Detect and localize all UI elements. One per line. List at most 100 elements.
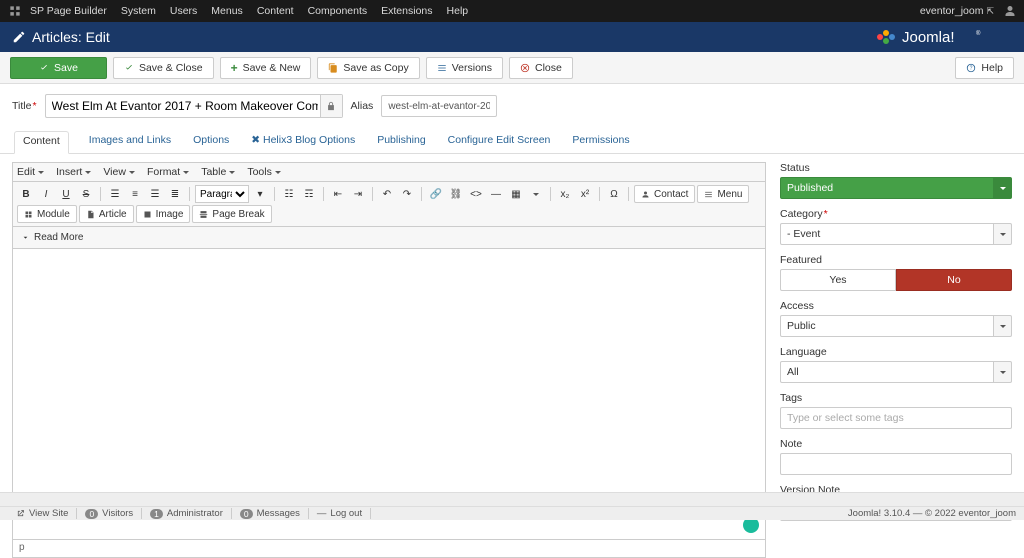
table-dropdown[interactable] bbox=[527, 185, 545, 203]
menu-help[interactable]: Help bbox=[447, 5, 469, 17]
help-button[interactable]: ?Help bbox=[955, 57, 1014, 79]
menu-extensions[interactable]: Extensions bbox=[381, 5, 432, 17]
chevron-down-icon bbox=[994, 315, 1012, 337]
source-button[interactable]: <> bbox=[467, 185, 485, 203]
module-button[interactable]: Module bbox=[17, 205, 77, 223]
menu-menus[interactable]: Menus bbox=[211, 5, 243, 17]
svg-text:®: ® bbox=[976, 30, 981, 37]
readmore-button[interactable]: Read More bbox=[17, 230, 87, 245]
save-close-button[interactable]: Save & Close bbox=[113, 57, 214, 79]
lock-icon[interactable] bbox=[320, 95, 342, 117]
editor-status-path: p bbox=[12, 540, 766, 558]
access-label: Access bbox=[780, 300, 1012, 312]
note-input[interactable] bbox=[780, 453, 1012, 475]
save-button[interactable]: Save bbox=[10, 57, 107, 79]
hr-button[interactable]: — bbox=[487, 185, 505, 203]
editor-menu-format[interactable]: Format bbox=[147, 166, 189, 178]
status-select[interactable]: Published bbox=[780, 177, 1012, 199]
joomla-brand: Joomla! ® bbox=[872, 26, 1012, 48]
italic-button[interactable]: I bbox=[37, 185, 55, 203]
menu-content[interactable]: Content bbox=[257, 5, 294, 17]
strikethrough-button[interactable]: S bbox=[77, 185, 95, 203]
bullet-list-button[interactable]: ☷ bbox=[280, 185, 298, 203]
tab-permissions[interactable]: Permissions bbox=[570, 130, 631, 153]
superscript-button[interactable]: x² bbox=[576, 185, 594, 203]
access-select[interactable]: Public bbox=[780, 315, 1012, 337]
title-input[interactable] bbox=[45, 94, 343, 118]
subscript-button[interactable]: x₂ bbox=[556, 185, 574, 203]
language-value: All bbox=[780, 361, 994, 383]
paragraph-format-select[interactable]: Paragraph bbox=[195, 185, 249, 203]
chevron-down-icon bbox=[994, 223, 1012, 245]
align-left-button[interactable]: ☰ bbox=[106, 185, 124, 203]
menu-insert-button[interactable]: Menu bbox=[697, 185, 749, 203]
align-center-button[interactable]: ≡ bbox=[126, 185, 144, 203]
styles-dropdown[interactable]: ▾ bbox=[251, 185, 269, 203]
user-icon[interactable] bbox=[1004, 5, 1016, 17]
featured-yes[interactable]: Yes bbox=[780, 269, 896, 291]
menu-sp-page-builder[interactable]: SP Page Builder bbox=[30, 5, 107, 17]
editor-menu-edit[interactable]: Edit bbox=[17, 166, 44, 178]
menu-components[interactable]: Components bbox=[308, 5, 368, 17]
tab-images-links[interactable]: Images and Links bbox=[87, 130, 173, 153]
chevron-down-icon bbox=[994, 361, 1012, 383]
top-menu: SP Page Builder System Users Menus Conte… bbox=[30, 5, 468, 17]
tags-input[interactable] bbox=[780, 407, 1012, 429]
outdent-button[interactable]: ⇤ bbox=[329, 185, 347, 203]
tab-publishing[interactable]: Publishing bbox=[375, 130, 427, 153]
logout-link[interactable]: —Log out bbox=[309, 508, 371, 519]
chevron-down-icon bbox=[994, 177, 1012, 199]
close-button[interactable]: Close bbox=[509, 57, 573, 79]
tab-configure-edit[interactable]: Configure Edit Screen bbox=[446, 130, 553, 153]
category-select[interactable]: - Event bbox=[780, 223, 1012, 245]
page-title: Articles: Edit bbox=[32, 29, 110, 45]
status-label: Status bbox=[780, 162, 1012, 174]
admin-top-nav: SP Page Builder System Users Menus Conte… bbox=[0, 0, 1024, 22]
editor-menu-table[interactable]: Table bbox=[201, 166, 235, 178]
visitors-link[interactable]: 0Visitors bbox=[77, 508, 142, 519]
action-toolbar: Save Save & Close +Save & New Save as Co… bbox=[0, 52, 1024, 84]
tab-options[interactable]: Options bbox=[191, 130, 231, 153]
table-button[interactable]: ▦ bbox=[507, 185, 525, 203]
administrators-link[interactable]: 1Administrator bbox=[142, 508, 232, 519]
language-select[interactable]: All bbox=[780, 361, 1012, 383]
menu-users[interactable]: Users bbox=[170, 5, 197, 17]
number-list-button[interactable]: ☶ bbox=[300, 185, 318, 203]
redo-button[interactable]: ↷ bbox=[398, 185, 416, 203]
editor-menu-insert[interactable]: Insert bbox=[56, 166, 91, 178]
article-button[interactable]: Article bbox=[79, 205, 134, 223]
featured-no[interactable]: No bbox=[896, 269, 1012, 291]
tab-helix3[interactable]: ✖ Helix3 Blog Options bbox=[249, 130, 357, 153]
tab-content[interactable]: Content bbox=[14, 131, 69, 154]
align-justify-button[interactable]: ≣ bbox=[166, 185, 184, 203]
svg-text:?: ? bbox=[970, 65, 973, 71]
editor-menu-view[interactable]: View bbox=[103, 166, 135, 178]
link-button[interactable]: 🔗 bbox=[427, 185, 445, 203]
bold-button[interactable]: B bbox=[17, 185, 35, 203]
module-icon bbox=[24, 210, 33, 219]
messages-link[interactable]: 0Messages bbox=[232, 508, 309, 519]
svg-text:Joomla!: Joomla! bbox=[902, 29, 955, 46]
title-alias-row: Title* Alias bbox=[0, 84, 1024, 124]
save-new-button[interactable]: +Save & New bbox=[220, 57, 312, 79]
check-icon bbox=[124, 63, 134, 73]
image-button[interactable]: Image bbox=[136, 205, 191, 223]
save-copy-button[interactable]: Save as Copy bbox=[317, 57, 419, 79]
specialchar-button[interactable]: Ω bbox=[605, 185, 623, 203]
category-value: - Event bbox=[780, 223, 994, 245]
contact-button[interactable]: Contact bbox=[634, 185, 695, 203]
underline-button[interactable]: U bbox=[57, 185, 75, 203]
undo-button[interactable]: ↶ bbox=[378, 185, 396, 203]
pagebreak-button[interactable]: Page Break bbox=[192, 205, 271, 223]
editor-menu-tools[interactable]: Tools bbox=[247, 166, 281, 178]
alias-input[interactable] bbox=[381, 95, 497, 117]
unlink-button[interactable]: ⛓ bbox=[447, 185, 465, 203]
site-link[interactable]: eventor_joom⇱ bbox=[920, 5, 994, 17]
menu-system[interactable]: System bbox=[121, 5, 156, 17]
indent-button[interactable]: ⇥ bbox=[349, 185, 367, 203]
editor-toolbar: B I U S ☰ ≡ ☰ ≣ Paragraph ▾ ☷ ☶ ⇤ ⇥ ↶ ↷ … bbox=[12, 181, 766, 226]
align-right-button[interactable]: ☰ bbox=[146, 185, 164, 203]
view-site-link[interactable]: View Site bbox=[8, 508, 77, 519]
featured-toggle[interactable]: Yes No bbox=[780, 269, 1012, 291]
versions-button[interactable]: Versions bbox=[426, 57, 503, 79]
